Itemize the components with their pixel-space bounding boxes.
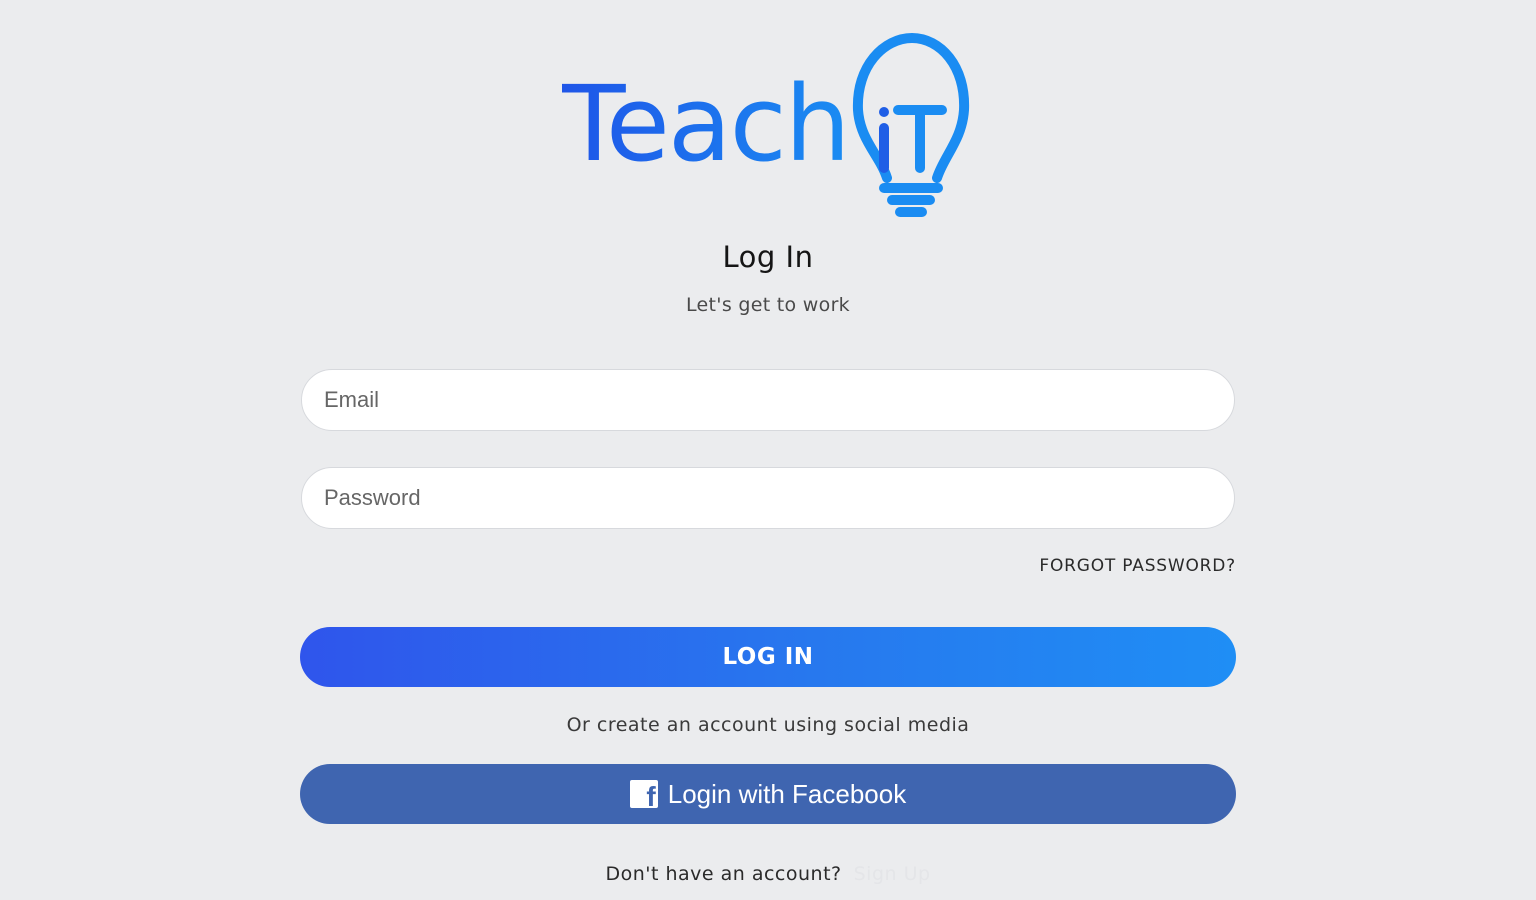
no-account-text: Don't have an account? bbox=[605, 863, 842, 885]
teachit-logo: Teach bbox=[562, 28, 982, 223]
forgot-password-link[interactable]: FORGOT PASSWORD? bbox=[1039, 556, 1236, 576]
login-page: Teach Log In Let's get to work FORGOT PA… bbox=[0, 0, 1536, 900]
facebook-icon: f bbox=[629, 780, 658, 811]
logo-wordmark: Teach bbox=[562, 63, 849, 185]
social-prompt: Or create an account using social media bbox=[566, 714, 970, 736]
signup-link[interactable]: Sign Up bbox=[854, 863, 931, 885]
facebook-login-label: Login with Facebook bbox=[667, 778, 907, 809]
page-subtitle: Let's get to work bbox=[686, 294, 850, 316]
logo-it-letters bbox=[879, 105, 947, 173]
login-button[interactable]: LOG IN bbox=[300, 627, 1236, 687]
signup-row: Don't have an account? Sign Up bbox=[0, 863, 1536, 885]
page-title: Log In bbox=[722, 240, 814, 274]
email-field[interactable] bbox=[301, 369, 1235, 431]
lightbulb-icon bbox=[852, 32, 970, 217]
facebook-login-button[interactable]: f Login with Facebook bbox=[300, 764, 1236, 824]
password-field[interactable] bbox=[301, 467, 1235, 529]
